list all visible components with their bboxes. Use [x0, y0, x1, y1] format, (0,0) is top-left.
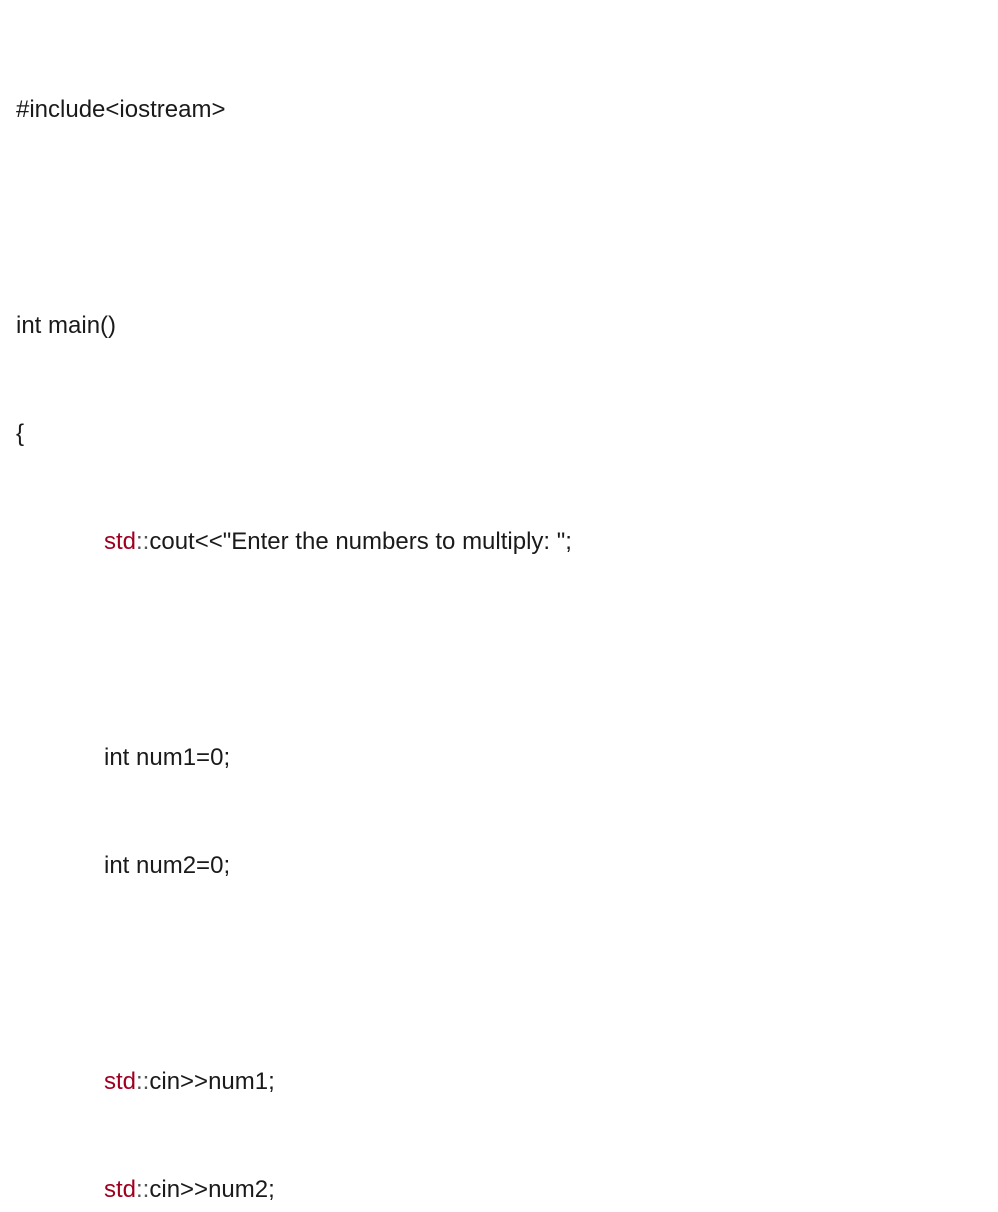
main-parens: (): [100, 312, 116, 339]
semi: ;: [223, 744, 230, 771]
num1-val: 0: [210, 744, 223, 771]
open-brace: {: [16, 420, 24, 447]
code-block: #include<iostream> int main() { std::cou…: [16, 20, 982, 1212]
blank-line: [16, 956, 982, 992]
main-decl: int main: [16, 312, 100, 339]
code-line-num2: int num2=0;: [16, 848, 982, 884]
code-line-num1: int num1=0;: [16, 740, 982, 776]
cin-num2: cin>>num2;: [149, 1176, 274, 1203]
cout-prompt: cout<<"Enter the numbers to multiply: ";: [149, 528, 572, 555]
num2-decl: int num2=: [104, 852, 210, 879]
code-line-main: int main(): [16, 308, 982, 344]
blank-line: [16, 200, 982, 236]
blank-line: [16, 632, 982, 668]
num1-decl: int num1=: [104, 744, 210, 771]
num2-val: 0: [210, 852, 223, 879]
std-keyword: std: [104, 528, 136, 555]
semi: ;: [223, 852, 230, 879]
scope-op: ::: [136, 1068, 149, 1095]
code-line-include: #include<iostream>: [16, 92, 982, 128]
code-line-open-brace: {: [16, 416, 982, 452]
code-line-cin2: std::cin>>num2;: [16, 1172, 982, 1208]
include-directive: #include<iostream>: [16, 96, 225, 123]
std-keyword: std: [104, 1176, 136, 1203]
code-line-cout-prompt: std::cout<<"Enter the numbers to multipl…: [16, 524, 982, 560]
cin-num1: cin>>num1;: [149, 1068, 274, 1095]
code-line-cin1: std::cin>>num1;: [16, 1064, 982, 1100]
scope-op: ::: [136, 528, 149, 555]
scope-op: ::: [136, 1176, 149, 1203]
std-keyword: std: [104, 1068, 136, 1095]
